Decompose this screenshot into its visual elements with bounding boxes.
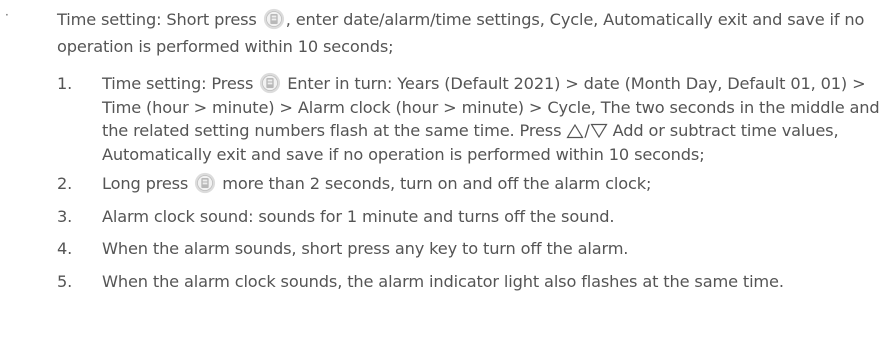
- round-button-icon: [195, 172, 216, 194]
- step-number: 5.: [57, 271, 73, 291]
- time-setting-intro: Time setting: Short press , enter date/a…: [57, 6, 889, 60]
- step-text: When the alarm clock sounds, the alarm i…: [102, 271, 784, 291]
- down-triangle-icon: [590, 123, 608, 139]
- intro-text-start: Time setting: Short press: [57, 10, 262, 29]
- step-number: 1.: [57, 74, 73, 93]
- step-text: Long press more than 2 seconds, turn on …: [102, 172, 893, 196]
- list-item: 3. Alarm clock sound: sounds for 1 minut…: [57, 205, 893, 229]
- step-text-end: more than 2 seconds, turn on and off the…: [217, 174, 652, 193]
- step-number: 4.: [57, 239, 73, 258]
- list-item: 1. Time setting: Press Enter in turn: Ye…: [57, 72, 893, 166]
- step-text: Time setting: Press Enter in turn: Years…: [102, 72, 893, 166]
- step-text-start: Long press: [102, 174, 194, 193]
- bullet-marker: ·: [5, 8, 9, 22]
- round-button-icon: [263, 8, 284, 30]
- step-text: When the alarm sounds, short press any k…: [102, 239, 629, 258]
- list-item: 4. When the alarm sounds, short press an…: [57, 237, 893, 261]
- steps-list: 1. Time setting: Press Enter in turn: Ye…: [57, 72, 893, 293]
- step-text-start: Time setting: Press: [102, 74, 259, 93]
- list-item: 2. Long press more than 2 seconds, turn …: [57, 172, 893, 196]
- step-number: 2.: [57, 174, 73, 193]
- step-number: 3.: [57, 206, 73, 226]
- list-item: 5. When the alarm clock sounds, the alar…: [57, 270, 893, 294]
- step-text: Alarm clock sound: sounds for 1 minute a…: [102, 206, 615, 226]
- up-triangle-icon: [566, 123, 584, 139]
- instruction-page: · Time setting: Short press , enter date…: [0, 0, 896, 358]
- round-button-icon: [260, 72, 281, 94]
